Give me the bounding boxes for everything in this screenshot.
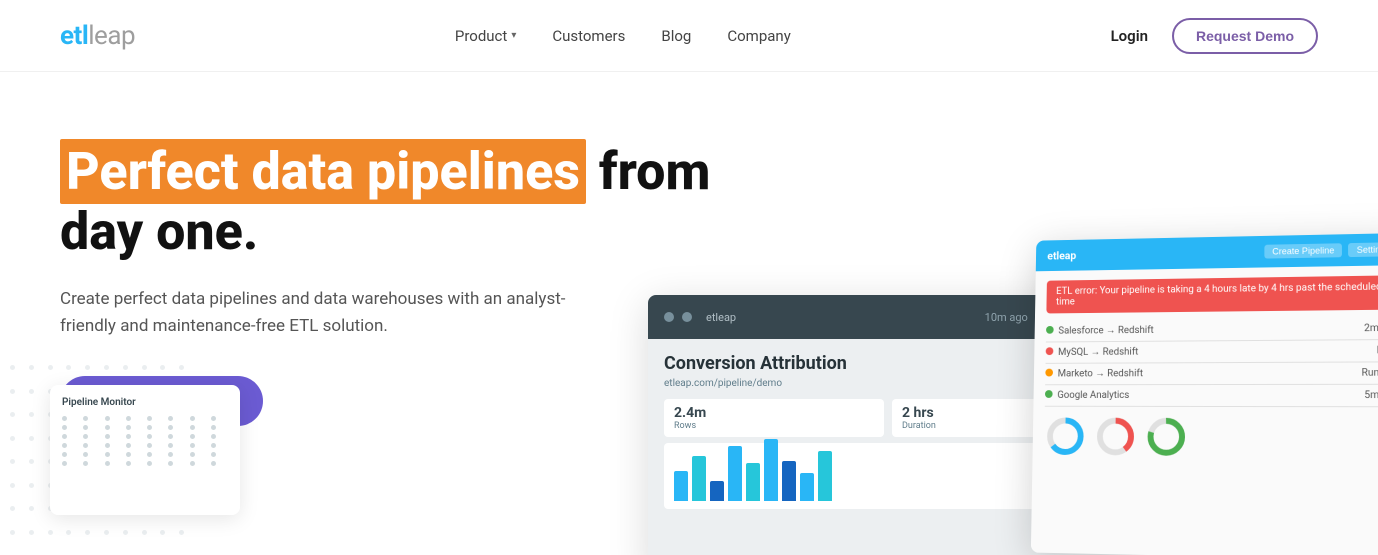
donut-chart-1 xyxy=(1044,415,1087,459)
company-link[interactable]: Company xyxy=(727,27,790,45)
hero-subtext: Create perfect data pipelines and data w… xyxy=(60,286,580,340)
ss-header-text: etleap xyxy=(706,311,736,324)
donut-chart-3 xyxy=(1144,415,1188,459)
ss2-pipeline-list: Salesforce → Redshift 2m agoMySQL → Reds… xyxy=(1045,318,1378,408)
ss2-top-actions: Create Pipeline Settings xyxy=(1264,242,1378,258)
hero-section: Pipeline Monitor Perfect data pipelines … xyxy=(0,72,1378,555)
login-link[interactable]: Login xyxy=(1111,27,1148,45)
ss2-create-btn[interactable]: Create Pipeline xyxy=(1264,243,1342,258)
nav-right: Login Request Demo xyxy=(1111,18,1318,54)
nav-company[interactable]: Company xyxy=(727,26,790,45)
donut-chart-2 xyxy=(1094,415,1137,459)
ss2-pipeline-row: Google Analytics 5m ago xyxy=(1045,385,1378,407)
logo[interactable]: etl leap xyxy=(60,21,135,51)
ss2-settings-btn[interactable]: Settings xyxy=(1349,242,1378,257)
ss2-alert: ETL error: Your pipeline is taking a 4 h… xyxy=(1046,275,1378,313)
nav-links: Product ▾ Customers Blog Company xyxy=(455,26,791,45)
ss-dot-1 xyxy=(664,312,674,322)
headline-highlight: Perfect data pipelines xyxy=(60,139,586,204)
left-card-title: Pipeline Monitor xyxy=(62,397,228,408)
ss-timer-ago: 10m ago xyxy=(985,311,1028,324)
screenshots-area: etleap 10m ago 45s WAIT Conversion Attri… xyxy=(648,235,1378,555)
nav-customers[interactable]: Customers xyxy=(552,26,625,45)
left-card-dots xyxy=(62,416,228,466)
ss2-pipeline-row: Salesforce → Redshift 2m ago xyxy=(1046,318,1378,343)
request-demo-nav-button[interactable]: Request Demo xyxy=(1172,18,1318,54)
ss2-body: ETL error: Your pipeline is taking a 4 h… xyxy=(1031,265,1378,555)
ss2-logo: etleap xyxy=(1047,249,1076,262)
ss2-pipeline-row: Marketo → Redshift Running xyxy=(1045,362,1378,385)
customers-link[interactable]: Customers xyxy=(552,27,625,45)
left-card: Pipeline Monitor xyxy=(50,385,240,515)
blog-link[interactable]: Blog xyxy=(661,27,691,45)
product-link[interactable]: Product ▾ xyxy=(455,27,516,45)
nav-blog[interactable]: Blog xyxy=(661,26,691,45)
nav-product[interactable]: Product ▾ xyxy=(455,27,516,45)
screenshot-second: etleap Create Pipeline Settings ETL erro… xyxy=(1031,233,1378,555)
logo-leap: leap xyxy=(88,21,135,51)
chevron-down-icon: ▾ xyxy=(511,30,516,41)
ss-dot-2 xyxy=(682,312,692,322)
ss2-pipeline-row: MySQL → Redshift Error xyxy=(1046,340,1378,364)
ss2-donut-row xyxy=(1044,415,1378,461)
ss-card-rows: 2.4m Rows xyxy=(664,399,884,437)
navbar: etl leap Product ▾ Customers Blog Compan… xyxy=(0,0,1378,72)
logo-etl: etl xyxy=(60,21,88,51)
